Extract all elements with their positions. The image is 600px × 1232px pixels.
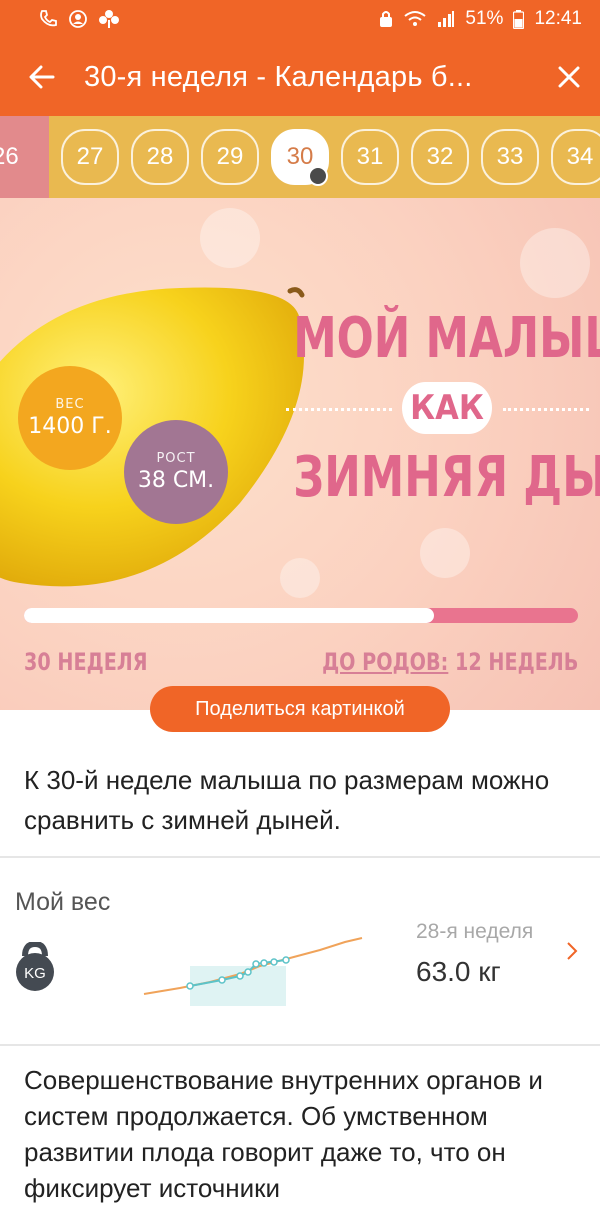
lock-icon xyxy=(379,10,393,28)
clock: 12:41 xyxy=(534,8,582,29)
week-illustration: ВЕС 1400 Г. РОСТ 38 СМ. МОЙ МАЛЫШ КАК ЗИ… xyxy=(0,198,600,710)
weight-week-label: 28-я неделя xyxy=(416,920,534,943)
height-caption: РОСТ xyxy=(156,451,196,466)
week-tab-34[interactable]: 34 xyxy=(551,129,600,185)
battery-percent: 51% xyxy=(465,8,504,29)
clover-icon xyxy=(98,9,120,29)
bokeh-light xyxy=(200,208,260,268)
hero-title-line1: МОЙ МАЛЫШ xyxy=(293,306,600,371)
my-weight-card[interactable]: Мой вес KG 28-я неделя 63.0 кг xyxy=(0,860,600,1044)
pregnancy-progress-fill xyxy=(24,608,434,623)
hero-title-line2: КАК xyxy=(402,382,492,434)
page-title: 30-я неделя - Календарь б... xyxy=(84,60,473,93)
bokeh-light xyxy=(420,528,470,578)
kettlebell-icon: KG xyxy=(16,942,54,991)
dotted-line-left xyxy=(286,408,392,411)
week-description-text: Совершенствование внутренних органов и с… xyxy=(24,1065,543,1203)
dotted-line-right xyxy=(503,408,589,411)
week-tab-27[interactable]: 27 xyxy=(61,129,119,185)
chevron-right-icon xyxy=(567,942,578,960)
close-icon xyxy=(558,66,580,88)
account-icon xyxy=(68,9,88,29)
weight-circle: ВЕС 1400 Г. xyxy=(18,366,122,470)
weight-value: 1400 Г. xyxy=(28,414,112,439)
week-selector: 26 27 28 29 30 31 32 33 34 xyxy=(0,116,600,198)
arrow-left-icon xyxy=(29,65,55,89)
weight-trend-chart xyxy=(143,937,363,1006)
kettlebell-label: KG xyxy=(24,965,46,982)
height-value: 38 СМ. xyxy=(137,468,215,493)
current-week-label: 30 НЕДЕЛЯ xyxy=(24,648,148,676)
height-circle: РОСТ 38 СМ. xyxy=(124,420,228,524)
pregnancy-progress-bar xyxy=(24,608,578,623)
back-button[interactable] xyxy=(0,38,84,116)
close-button[interactable] xyxy=(538,38,600,116)
divider xyxy=(0,856,600,858)
weight-value-label: 63.0 кг xyxy=(416,956,501,987)
week-tab-26[interactable]: 26 xyxy=(0,129,48,185)
share-image-button[interactable]: Поделиться картинкой xyxy=(150,686,450,732)
week-tab-30[interactable]: 30 xyxy=(271,129,329,186)
status-notifications xyxy=(38,9,120,29)
battery-icon xyxy=(513,9,525,29)
status-system: 51% 12:41 xyxy=(379,8,582,30)
my-weight-title: Мой вес xyxy=(15,888,111,916)
divider xyxy=(0,1044,600,1046)
status-bar: 51% 12:41 xyxy=(0,0,600,38)
week-tab-28[interactable]: 28 xyxy=(131,129,189,185)
bokeh-light xyxy=(520,228,590,298)
app-bar: 30-я неделя - Календарь б... xyxy=(0,38,600,116)
current-week-badge-icon xyxy=(308,166,328,186)
signal-icon xyxy=(437,10,455,28)
week-tab-33[interactable]: 33 xyxy=(481,129,539,185)
week-tab-32[interactable]: 32 xyxy=(411,129,469,185)
wifi-icon xyxy=(403,10,427,28)
phone-wifi-icon xyxy=(38,9,58,29)
weeks-remaining-label: ДО РОДОВ: 12 НЕДЕЛЬ xyxy=(321,648,578,676)
weight-caption: ВЕС xyxy=(55,397,85,412)
week-intro-text: К 30-й неделе малыша по размерам можно с… xyxy=(24,765,550,835)
week-tab-31[interactable]: 31 xyxy=(341,129,399,185)
week-tab-29[interactable]: 29 xyxy=(201,129,259,185)
hero-title-line3: ЗИМНЯЯ ДЫНЯ xyxy=(293,445,600,510)
